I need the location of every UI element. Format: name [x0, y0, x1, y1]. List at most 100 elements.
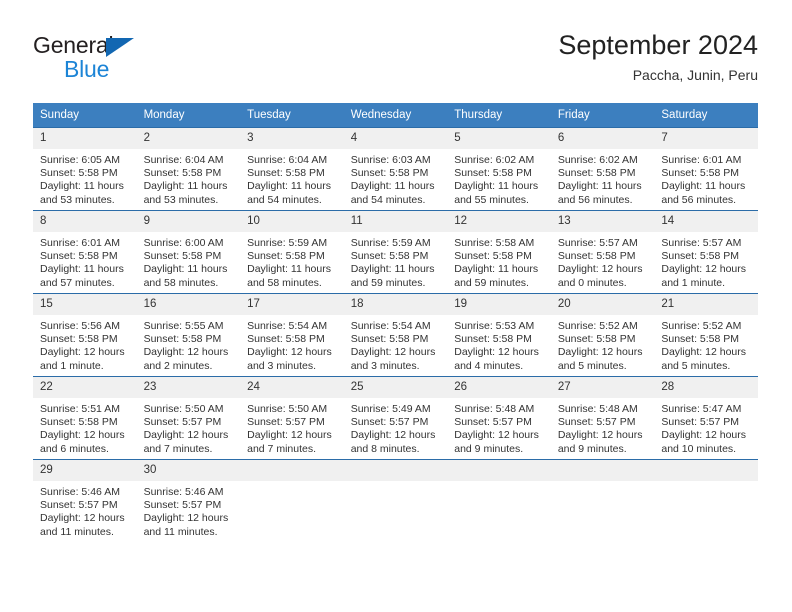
- day-details: Sunrise: 6:00 AM Sunset: 5:58 PM Daylight:…: [137, 232, 241, 290]
- day-cell-inner: 17 Sunrise: 5:54 AM Sunset: 5:58 PM Dayligh…: [240, 294, 344, 376]
- page-header: General Blue September 2024 Paccha, Juni…: [0, 0, 792, 96]
- calendar-page: General Blue September 2024 Paccha, Juni…: [0, 0, 792, 612]
- calendar-day-cell[interactable]: 16 Sunrise: 5:55 AM Sunset: 5:58 PM Dayligh…: [136, 293, 241, 377]
- sunrise-time: Sunrise: 6:03 AM: [350, 154, 431, 166]
- daylight-duration-line1: Daylight: 11 hours: [247, 263, 331, 276]
- sunset-time: Sunset: 5:58 PM: [143, 333, 222, 346]
- day-number: 11: [343, 211, 448, 232]
- calendar-day-cell[interactable]: 28 Sunrise: 5:47 AM Sunset: 5:57 PM Dayligh…: [654, 376, 758, 460]
- calendar-day-cell[interactable]: 14 Sunrise: 5:57 AM Sunset: 5:58 PM Dayligh…: [654, 210, 758, 294]
- calendar-day-cell[interactable]: 21 Sunrise: 5:52 AM Sunset: 5:58 PM Dayligh…: [654, 293, 758, 377]
- day-cell-inner: 16 Sunrise: 5:55 AM Sunset: 5:58 PM Dayligh…: [136, 294, 241, 376]
- calendar-day-cell[interactable]: 30 Sunrise: 5:46 AM Sunset: 5:57 PM Dayligh…: [136, 459, 241, 542]
- sunrise-time: Sunrise: 5:50 AM: [143, 403, 224, 415]
- calendar-empty-cell: [447, 459, 551, 542]
- sunset-time: Sunset: 5:58 PM: [143, 167, 222, 180]
- calendar-day-cell[interactable]: 9 Sunrise: 6:00 AM Sunset: 5:58 PM Daylight…: [136, 210, 241, 294]
- calendar-day-cell[interactable]: 3 Sunrise: 6:04 AM Sunset: 5:58 PM Daylight…: [240, 127, 344, 211]
- day-number: 30: [136, 460, 241, 481]
- calendar-day-cell[interactable]: 26 Sunrise: 5:48 AM Sunset: 5:57 PM Dayligh…: [447, 376, 551, 460]
- sunrise-time: Sunrise: 5:56 AM: [40, 320, 120, 332]
- calendar-day-cell[interactable]: 4 Sunrise: 6:03 AM Sunset: 5:58 PM Daylight…: [343, 127, 448, 211]
- calendar-day-cell[interactable]: 27 Sunrise: 5:48 AM Sunset: 5:57 PM Dayligh…: [550, 376, 655, 460]
- calendar-day-cell[interactable]: 25 Sunrise: 5:49 AM Sunset: 5:57 PM Dayligh…: [343, 376, 448, 460]
- calendar-empty-cell: [654, 459, 758, 542]
- calendar-day-cell[interactable]: 15 Sunrise: 5:56 AM Sunset: 5:58 PM Dayligh…: [33, 293, 137, 377]
- calendar-day-cell[interactable]: 23 Sunrise: 5:50 AM Sunset: 5:57 PM Dayligh…: [136, 376, 241, 460]
- calendar-day-cell[interactable]: 2 Sunrise: 6:04 AM Sunset: 5:58 PM Daylight…: [136, 127, 241, 211]
- sunset-time: Sunset: 5:57 PM: [350, 416, 429, 429]
- day-cell-inner: [343, 460, 448, 542]
- weekday-header-friday: Friday: [550, 103, 655, 128]
- day-details: Sunrise: 5:48 AM Sunset: 5:57 PM Daylight:…: [447, 398, 551, 456]
- calendar-day-cell[interactable]: 11 Sunrise: 5:59 AM Sunset: 5:58 PM Dayligh…: [343, 210, 448, 294]
- day-cell-inner: 10 Sunrise: 5:59 AM Sunset: 5:58 PM Dayligh…: [240, 211, 344, 293]
- daylight-duration-line1: Daylight: 11 hours: [454, 180, 539, 193]
- day-details: Sunrise: 6:01 AM Sunset: 5:58 PM Daylight:…: [33, 232, 137, 290]
- day-cell-inner: 14 Sunrise: 5:57 AM Sunset: 5:58 PM Dayligh…: [654, 211, 758, 293]
- daylight-duration-line2: and 55 minutes.: [454, 193, 529, 206]
- daylight-duration-line1: Daylight: 11 hours: [350, 180, 435, 193]
- day-details: Sunrise: 5:47 AM Sunset: 5:57 PM Daylight:…: [654, 398, 758, 456]
- calendar-day-cell[interactable]: 10 Sunrise: 5:59 AM Sunset: 5:58 PM Dayligh…: [240, 210, 344, 294]
- calendar-day-cell[interactable]: 5 Sunrise: 6:02 AM Sunset: 5:58 PM Daylight…: [447, 127, 551, 211]
- sunrise-time: Sunrise: 6:04 AM: [143, 154, 224, 166]
- calendar-day-cell[interactable]: 20 Sunrise: 5:52 AM Sunset: 5:58 PM Dayligh…: [550, 293, 655, 377]
- day-number: 16: [136, 294, 241, 315]
- calendar-day-cell[interactable]: 1 Sunrise: 6:05 AM Sunset: 5:58 PM Daylight…: [33, 127, 137, 211]
- calendar-day-cell[interactable]: 13 Sunrise: 5:57 AM Sunset: 5:58 PM Dayligh…: [550, 210, 655, 294]
- day-number: [654, 460, 758, 481]
- day-details: Sunrise: 5:56 AM Sunset: 5:58 PM Daylight:…: [33, 315, 137, 373]
- day-details: Sunrise: 5:55 AM Sunset: 5:58 PM Daylight:…: [137, 315, 241, 373]
- day-cell-inner: 3 Sunrise: 6:04 AM Sunset: 5:58 PM Daylight…: [240, 128, 344, 210]
- calendar-day-cell[interactable]: 24 Sunrise: 5:50 AM Sunset: 5:57 PM Dayligh…: [240, 376, 344, 460]
- day-cell-inner: 26 Sunrise: 5:48 AM Sunset: 5:57 PM Dayligh…: [447, 377, 551, 459]
- calendar-day-cell[interactable]: 7 Sunrise: 6:01 AM Sunset: 5:58 PM Daylight…: [654, 127, 758, 211]
- day-cell-inner: 28 Sunrise: 5:47 AM Sunset: 5:57 PM Dayligh…: [654, 377, 758, 459]
- day-number: 26: [447, 377, 551, 398]
- daylight-duration-line1: Daylight: 12 hours: [661, 429, 747, 442]
- sunrise-time: Sunrise: 5:46 AM: [143, 486, 224, 498]
- day-number: 15: [33, 294, 137, 315]
- day-details: Sunrise: 5:50 AM Sunset: 5:57 PM Daylight:…: [240, 398, 344, 456]
- day-number: 8: [33, 211, 137, 232]
- daylight-duration-line1: Daylight: 11 hours: [40, 180, 124, 193]
- day-cell-inner: 20 Sunrise: 5:52 AM Sunset: 5:58 PM Dayligh…: [550, 294, 655, 376]
- daylight-duration-line2: and 59 minutes.: [454, 276, 529, 289]
- day-details: Sunrise: 5:54 AM Sunset: 5:58 PM Daylight:…: [240, 315, 344, 373]
- calendar-day-cell[interactable]: 18 Sunrise: 5:54 AM Sunset: 5:58 PM Dayligh…: [343, 293, 448, 377]
- calendar-day-cell[interactable]: 22 Sunrise: 5:51 AM Sunset: 5:58 PM Dayligh…: [33, 376, 137, 460]
- calendar-day-cell[interactable]: 12 Sunrise: 5:58 AM Sunset: 5:58 PM Dayligh…: [447, 210, 551, 294]
- calendar-week-row: 8 Sunrise: 6:01 AM Sunset: 5:58 PM Daylight…: [33, 210, 758, 294]
- daylight-duration-line2: and 11 minutes.: [40, 525, 114, 538]
- daylight-duration-line1: Daylight: 11 hours: [661, 180, 746, 193]
- calendar-day-cell[interactable]: 6 Sunrise: 6:02 AM Sunset: 5:58 PM Daylight…: [550, 127, 655, 211]
- daylight-duration-line2: and 1 minute.: [661, 276, 726, 289]
- daylight-duration-line1: Daylight: 12 hours: [40, 429, 125, 442]
- general-blue-logo[interactable]: General Blue: [33, 32, 173, 84]
- weekday-header-thursday: Thursday: [447, 103, 551, 128]
- sunrise-time: Sunrise: 5:59 AM: [350, 237, 431, 249]
- title-block: September 2024 Paccha, Junin, Peru: [558, 28, 758, 85]
- sunrise-time: Sunrise: 6:05 AM: [40, 154, 120, 166]
- daylight-duration-line1: Daylight: 12 hours: [40, 346, 125, 359]
- sunrise-time: Sunrise: 6:02 AM: [454, 154, 535, 166]
- calendar-day-cell[interactable]: 8 Sunrise: 6:01 AM Sunset: 5:58 PM Daylight…: [33, 210, 137, 294]
- day-cell-inner: 29 Sunrise: 5:46 AM Sunset: 5:57 PM Dayligh…: [33, 460, 137, 542]
- sunset-time: Sunset: 5:58 PM: [350, 250, 429, 263]
- sunset-time: Sunset: 5:58 PM: [557, 250, 636, 263]
- calendar-day-cell[interactable]: 19 Sunrise: 5:53 AM Sunset: 5:58 PM Dayligh…: [447, 293, 551, 377]
- daylight-duration-line2: and 54 minutes.: [350, 193, 426, 206]
- sunset-time: Sunset: 5:57 PM: [143, 499, 222, 512]
- day-number: 27: [550, 377, 655, 398]
- calendar-day-cell[interactable]: 29 Sunrise: 5:46 AM Sunset: 5:57 PM Dayligh…: [33, 459, 137, 542]
- day-details: Sunrise: 6:04 AM Sunset: 5:58 PM Daylight:…: [240, 149, 344, 207]
- calendar-day-cell[interactable]: 17 Sunrise: 5:54 AM Sunset: 5:58 PM Dayligh…: [240, 293, 344, 377]
- day-number: [550, 460, 655, 481]
- daylight-duration-line1: Daylight: 12 hours: [350, 429, 436, 442]
- day-details: Sunrise: 5:59 AM Sunset: 5:58 PM Daylight:…: [344, 232, 448, 290]
- weekday-header-monday: Monday: [136, 103, 241, 128]
- sunset-time: Sunset: 5:57 PM: [247, 416, 325, 429]
- sunrise-time: Sunrise: 5:58 AM: [454, 237, 535, 249]
- weekday-header-wednesday: Wednesday: [343, 103, 448, 128]
